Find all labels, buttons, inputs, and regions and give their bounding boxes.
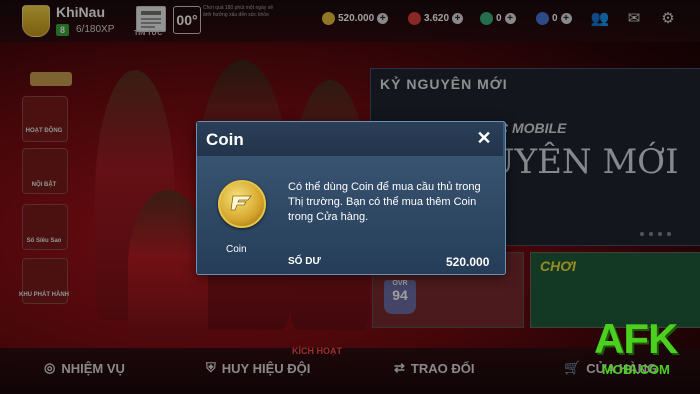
coin-label: Coin <box>226 244 247 255</box>
coin-icon <box>218 180 266 228</box>
dialog-title: Coin <box>206 130 244 149</box>
afk-watermark: AFK <box>594 315 678 362</box>
balance-label: SỐ DƯ <box>288 256 321 267</box>
coin-description: Có thể dùng Coin để mua cầu thủ trong Th… <box>288 181 481 223</box>
afk-watermark-sub: MOBI.COM <box>602 362 670 377</box>
close-button[interactable]: ✕ <box>476 129 492 147</box>
balance-value: 520.000 <box>446 255 490 269</box>
